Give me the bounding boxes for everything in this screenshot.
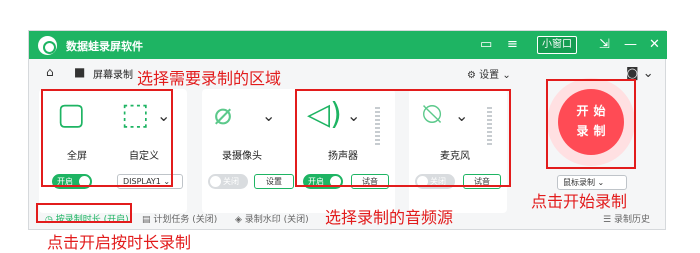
highlight-record-box	[546, 79, 636, 169]
highlight-area-box	[41, 89, 173, 187]
settings-button[interactable]: ⚙ 设置 ⌄	[467, 66, 511, 81]
menu-icon[interactable]: ≡	[507, 36, 518, 54]
app-title: 数据蛙录屏软件	[66, 40, 143, 53]
annotation-select-area: 选择需要录制的区域	[137, 69, 282, 88]
watermark-toggle[interactable]: ◈ 录制水印 (关闭)	[235, 212, 309, 225]
settings-label: 设置	[479, 70, 500, 81]
scheduled-task-toggle[interactable]: ▤ 计划任务 (关闭)	[142, 212, 217, 225]
home-icon[interactable]: ⌂	[46, 65, 54, 79]
camera-toggle[interactable]: 关闭	[208, 174, 248, 189]
mini-window-button[interactable]: 小窗口	[537, 36, 577, 54]
history-button[interactable]: ☰ 录制历史	[603, 212, 650, 225]
minimize-icon[interactable]: —	[624, 36, 637, 54]
toggle-label: 关闭	[223, 177, 239, 186]
title-bar: 数据蛙录屏软件 ▭ ≡ 小窗口 ⇲ — ✕	[29, 31, 667, 59]
annotation-select-audio: 选择录制的音频源	[325, 208, 454, 227]
history-label: 录制历史	[613, 215, 650, 225]
annotation-click-timer: 点击开启按时长录制	[47, 233, 192, 252]
video-icon: ■	[74, 65, 86, 79]
chevron-down-icon[interactable]: ⌄	[262, 106, 275, 125]
close-icon[interactable]: ✕	[649, 36, 660, 54]
feedback-icon[interactable]: ▭	[480, 36, 492, 54]
highlight-audio-box	[295, 89, 511, 187]
breadcrumb: 屏幕录制	[93, 70, 133, 81]
camera-panel: ⌀ ⌄ 录摄像头 关闭 设置	[202, 89, 300, 213]
record-mode-value: 鼠标录制	[563, 178, 595, 187]
webcam-off-icon[interactable]: ⌀	[214, 97, 232, 132]
schedule-label: 计划任务 (关闭)	[153, 215, 218, 225]
annotation-click-start: 点击开始录制	[531, 192, 628, 211]
logo-icon	[38, 36, 57, 55]
camera-settings-button[interactable]: 设置	[254, 174, 294, 189]
pin-icon[interactable]: ⇲	[599, 36, 610, 54]
watermark-label: 录制水印 (关闭)	[244, 215, 309, 225]
highlight-timer-box	[36, 203, 132, 223]
camera-label: 录摄像头	[222, 151, 262, 162]
